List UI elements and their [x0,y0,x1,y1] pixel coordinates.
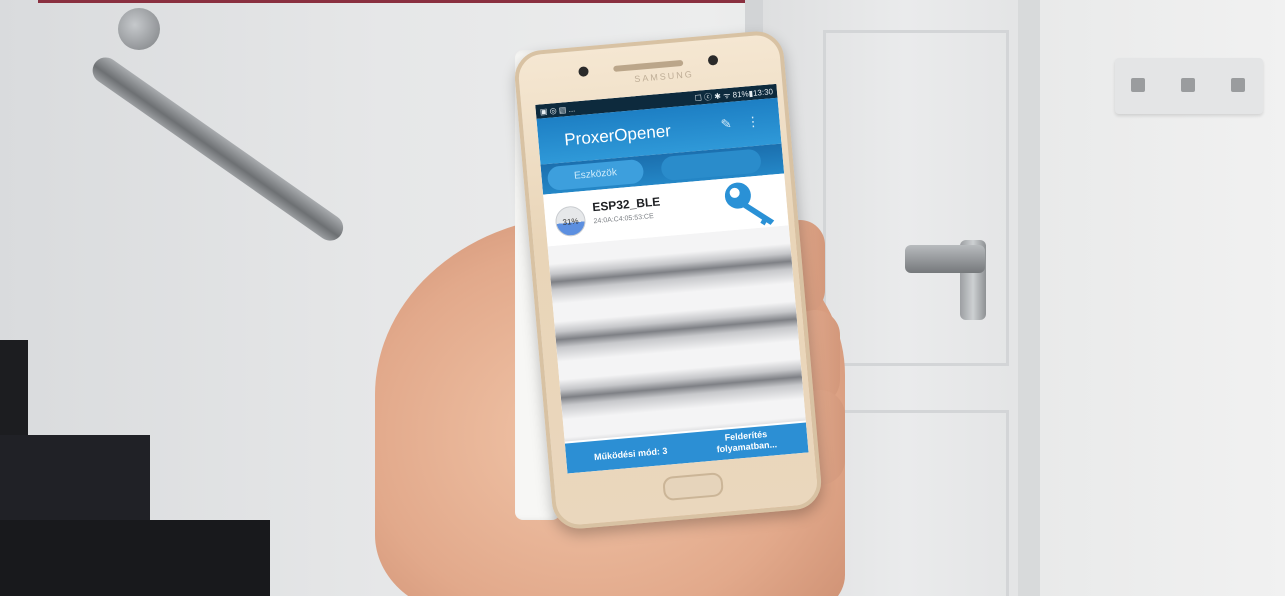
tool-icon[interactable]: ✎ [720,116,732,133]
door-handle [905,245,985,273]
battery-label: 31% [562,216,579,227]
phone-screen: ▣ ◎ ▤ ... ☐ ⓒ ✱ ᯤ 81%▮13:30 ProxerOpener… [535,83,809,474]
device-name: ESP32_BLE [591,194,661,215]
display-glitch-area [547,225,806,442]
home-button[interactable] [662,472,725,502]
stair-handrail [87,52,349,246]
brand-logo: SAMSUNG [633,68,695,85]
key-icon[interactable] [721,176,779,231]
app-title: ProxerOpener [563,121,672,150]
light-switch [1115,58,1263,114]
handrail-post [118,8,160,50]
operation-mode-label: Működési mód: 3 [593,445,668,463]
device-mac-address: 24:0A:C4:05:53:CE [593,213,655,226]
phone-body: SAMSUNG ▣ ◎ ▤ ... ☐ ⓒ ✱ ᯤ 81%▮13:30 Prox… [512,29,824,531]
more-menu-icon[interactable]: ⋮ [746,113,760,130]
status-left-icons: ▣ ◎ ▤ ... [539,103,576,117]
background-photo: SAMSUNG ▣ ◎ ▤ ... ☐ ⓒ ✱ ᯤ 81%▮13:30 Prox… [0,0,1285,596]
sensor [707,54,719,66]
smartphone: SAMSUNG ▣ ◎ ▤ ... ☐ ⓒ ✱ ᯤ 81%▮13:30 Prox… [512,29,824,531]
front-camera [578,66,589,77]
dark-staircase [0,340,270,596]
battery-indicator: 31% [554,205,587,238]
scan-status: Felderítés folyamatban... [701,427,793,457]
